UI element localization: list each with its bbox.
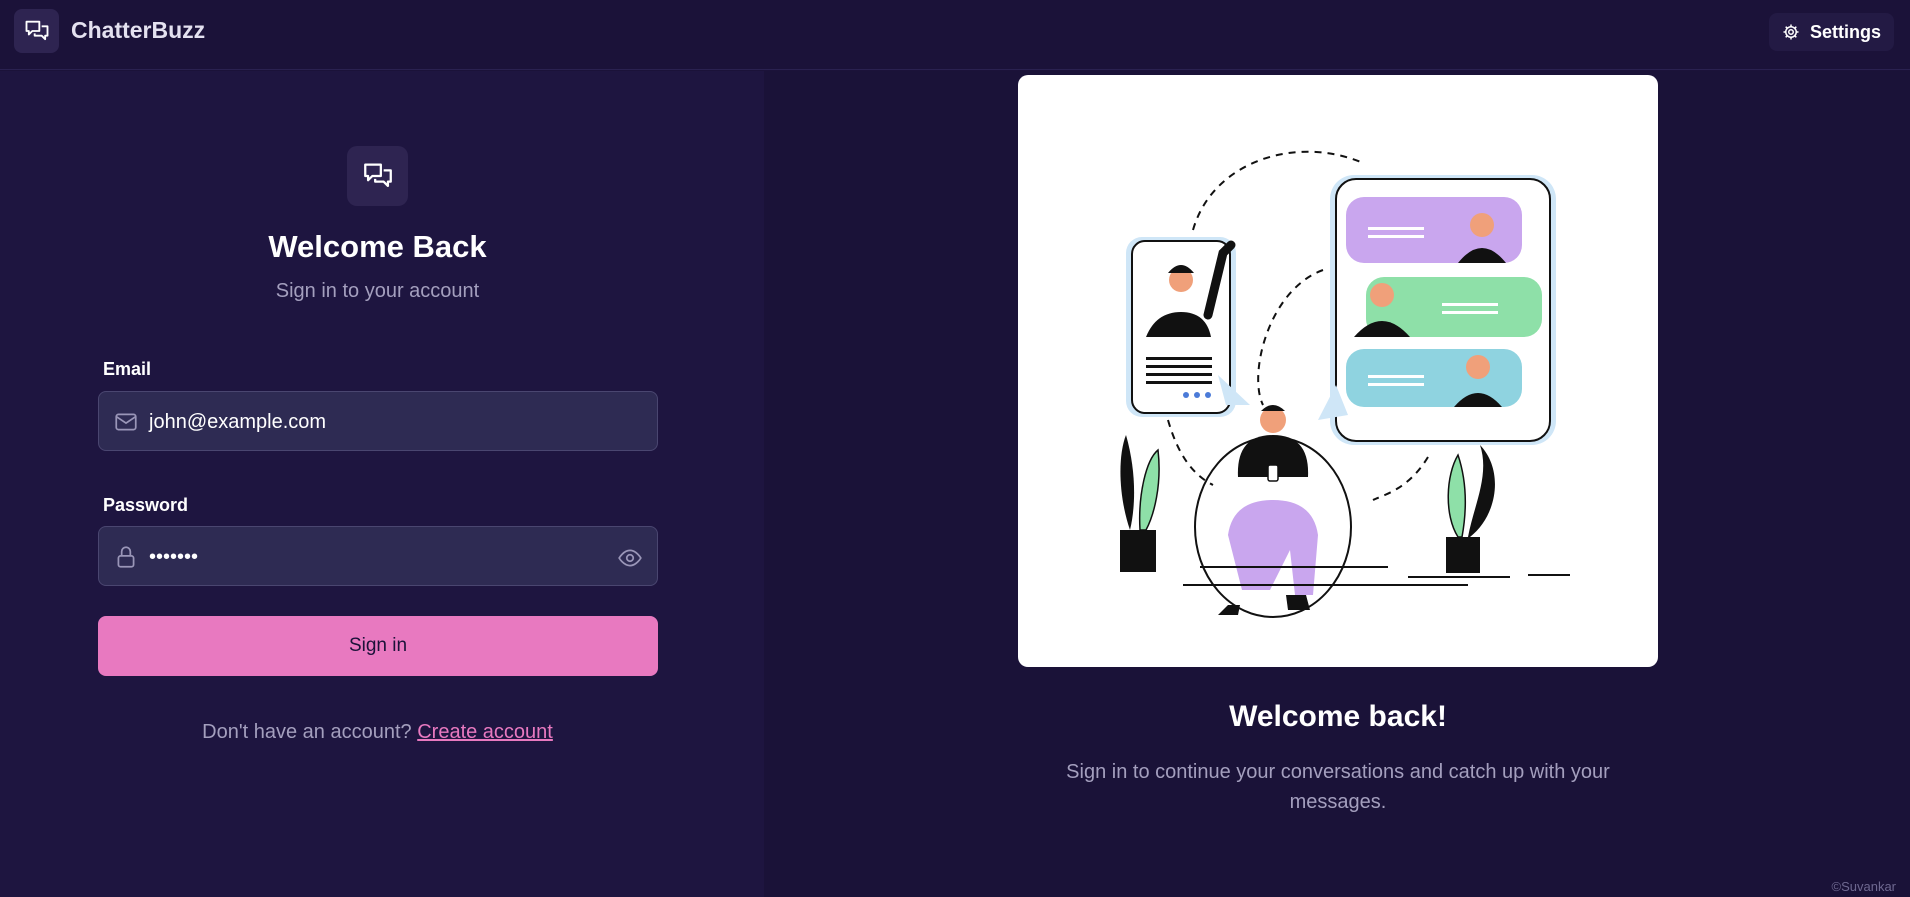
chat-bubbles-icon — [363, 163, 392, 188]
chat-bubbles-icon — [25, 20, 48, 41]
create-account-link[interactable]: Create account — [417, 721, 553, 743]
brand-logo[interactable] — [14, 9, 59, 53]
top-bar: ChatterBuzz Settings — [0, 0, 1910, 70]
no-account-text: Don't have an account? — [202, 721, 412, 743]
create-account-line: Don't have an account? Create account — [0, 721, 755, 744]
settings-label: Settings — [1809, 21, 1881, 42]
lock-icon — [117, 546, 135, 568]
footer-credit: ©Suvankar — [1831, 879, 1897, 894]
login-logo — [347, 146, 408, 206]
login-subtitle: Sign in to your account — [275, 280, 480, 302]
illustration-drawing — [1120, 150, 1570, 618]
sign-in-button[interactable]: Sign in — [98, 616, 658, 676]
login-panel: Welcome Back Sign in to your account Ema… — [0, 71, 764, 897]
promo-title: Welcome back! — [1229, 700, 1447, 733]
mail-icon — [115, 413, 137, 431]
password-field[interactable]: ••••••• — [98, 526, 658, 586]
email-label: Email — [103, 359, 152, 379]
email-value: john@example.com — [149, 411, 327, 433]
brand-name[interactable]: ChatterBuzz — [71, 17, 205, 44]
email-field[interactable]: john@example.com — [98, 391, 658, 451]
promo-text: Sign in to continue your conversations a… — [1066, 761, 1610, 813]
password-label: Password — [103, 495, 189, 515]
chat-illustration — [1018, 75, 1658, 667]
login-title: Welcome Back — [268, 229, 487, 264]
gear-icon — [1783, 24, 1799, 40]
settings-button[interactable]: Settings — [1769, 13, 1894, 51]
password-value: ••••••• — [149, 546, 199, 568]
eye-icon[interactable] — [617, 545, 643, 571]
